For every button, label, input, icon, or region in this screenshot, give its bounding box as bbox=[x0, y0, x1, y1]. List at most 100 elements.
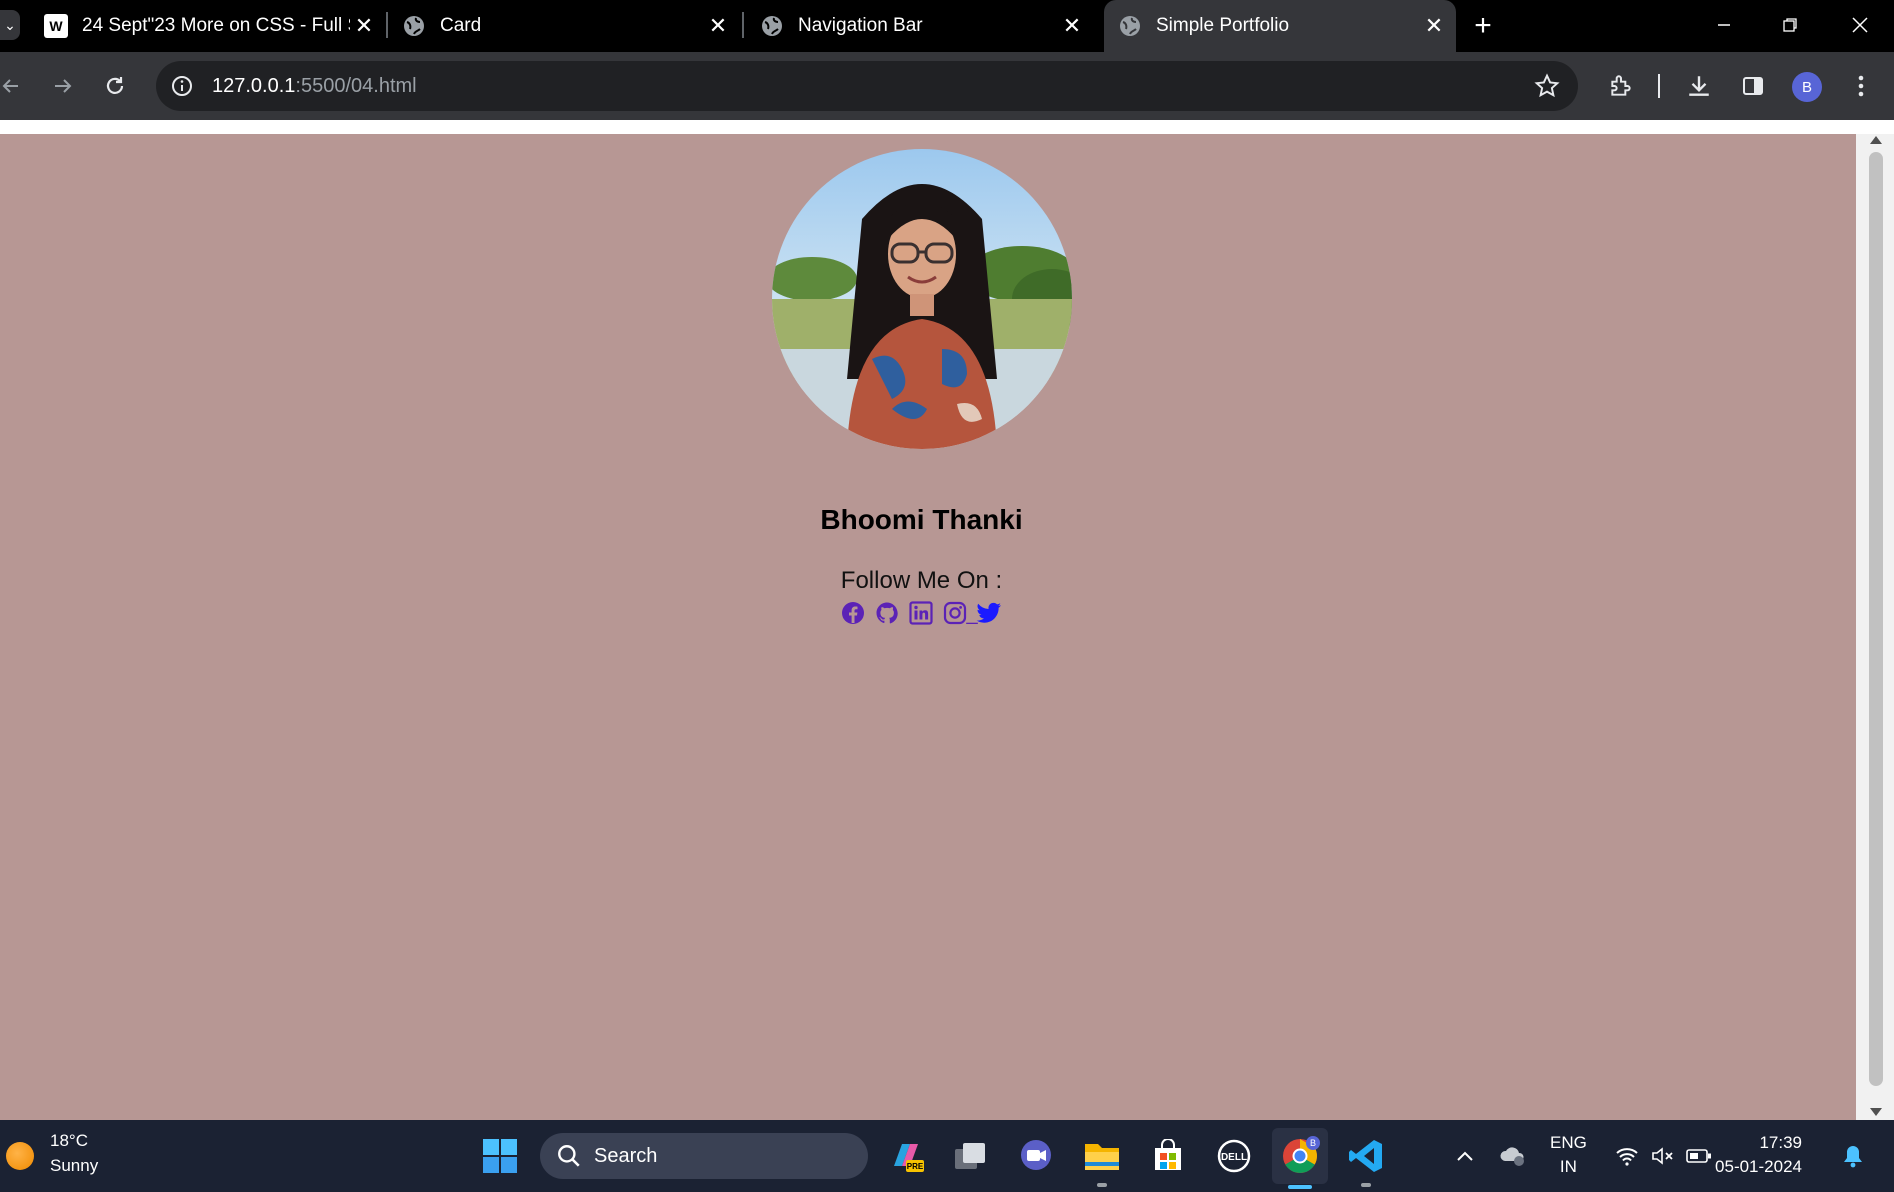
tab-card[interactable]: Card ✕ bbox=[402, 0, 732, 52]
address-bar[interactable]: 127.0.0.1:5500/04.html bbox=[156, 61, 1578, 111]
tab-separator bbox=[386, 12, 388, 38]
tab-title: Card bbox=[440, 15, 482, 36]
file-explorer-app[interactable] bbox=[1080, 1134, 1124, 1178]
tab-title: Navigation Bar bbox=[798, 15, 923, 36]
forward-button[interactable] bbox=[46, 69, 80, 103]
windows-logo-icon bbox=[483, 1139, 517, 1173]
globe-icon bbox=[1118, 14, 1142, 38]
bell-icon bbox=[1844, 1146, 1862, 1168]
clock-date: 05-01-2024 bbox=[1715, 1157, 1802, 1176]
clock-time: 17:39 bbox=[1759, 1133, 1802, 1152]
close-window-button[interactable] bbox=[1840, 10, 1880, 40]
tab-title: 24 Sept"23 More on CSS - Full S bbox=[82, 15, 350, 36]
chrome-icon: B bbox=[1283, 1136, 1320, 1173]
page-scrollbar[interactable] bbox=[1856, 134, 1894, 1120]
restore-icon bbox=[1783, 18, 1797, 32]
linkedin-icon[interactable] bbox=[908, 600, 934, 626]
profile-name: Bhoomi Thanki bbox=[820, 504, 1023, 535]
active-indicator bbox=[1288, 1185, 1312, 1189]
portfolio-page: Bhoomi Thanki Follow Me On : _ bbox=[0, 134, 1856, 1120]
input-language[interactable]: ENG IN bbox=[1550, 1131, 1587, 1179]
system-clock[interactable]: 17:39 05-01-2024 bbox=[1715, 1131, 1802, 1179]
copilot-icon: PRE bbox=[894, 1144, 924, 1172]
svg-text:DELL: DELL bbox=[1221, 1152, 1247, 1163]
back-button[interactable] bbox=[0, 69, 20, 103]
side-panel-button[interactable] bbox=[1736, 69, 1770, 103]
close-tab-icon[interactable]: ✕ bbox=[1420, 13, 1448, 39]
toolbar-divider bbox=[1658, 74, 1660, 98]
reload-button[interactable] bbox=[98, 69, 132, 103]
dell-app[interactable]: DELL bbox=[1212, 1134, 1256, 1178]
chrome-app[interactable]: B bbox=[1272, 1128, 1328, 1184]
reload-icon bbox=[106, 77, 124, 94]
instagram-icon[interactable] bbox=[942, 600, 968, 626]
bookmark-star-icon[interactable] bbox=[1534, 73, 1560, 104]
forward-arrow-icon bbox=[55, 79, 72, 93]
site-info-icon[interactable] bbox=[166, 70, 198, 102]
running-indicator bbox=[1097, 1183, 1107, 1187]
minimize-icon bbox=[1718, 24, 1730, 26]
lang-code: ENG bbox=[1550, 1133, 1587, 1152]
restore-button[interactable] bbox=[1770, 10, 1810, 40]
url-text: 127.0.0.1:5500/04.html bbox=[212, 75, 417, 98]
search-icon bbox=[558, 1145, 580, 1167]
vscode-app[interactable] bbox=[1344, 1134, 1388, 1178]
twitter-icon[interactable] bbox=[976, 600, 1002, 626]
menu-button[interactable] bbox=[1846, 69, 1876, 103]
page-top-strip bbox=[0, 120, 1894, 134]
close-tab-icon[interactable]: ✕ bbox=[704, 13, 732, 39]
volume-muted-icon bbox=[1652, 1147, 1673, 1165]
follow-me-label: Follow Me On : bbox=[840, 567, 1003, 594]
browser-toolbar: 127.0.0.1:5500/04.html B bbox=[0, 52, 1894, 120]
search-placeholder: Search bbox=[594, 1144, 658, 1167]
side-panel-icon bbox=[1743, 77, 1763, 95]
url-path: :5500/04.html bbox=[295, 74, 417, 97]
svg-text:PRE: PRE bbox=[907, 1162, 924, 1171]
download-icon bbox=[1689, 76, 1709, 96]
onedrive-tray[interactable] bbox=[1496, 1140, 1530, 1172]
downloads-button[interactable] bbox=[1682, 69, 1716, 103]
close-tab-icon[interactable]: ✕ bbox=[1058, 13, 1086, 39]
svg-text:B: B bbox=[1310, 1138, 1316, 1148]
meet-app[interactable] bbox=[1014, 1134, 1058, 1178]
store-icon bbox=[1155, 1139, 1181, 1170]
extensions-button[interactable] bbox=[1604, 69, 1638, 103]
task-view-icon bbox=[955, 1143, 985, 1169]
github-icon[interactable] bbox=[874, 600, 900, 626]
store-app[interactable] bbox=[1146, 1134, 1190, 1178]
tab-navigation-bar[interactable]: Navigation Bar ✕ bbox=[760, 0, 1086, 52]
tab-search-button[interactable]: ⌄ bbox=[0, 10, 20, 40]
close-tab-icon[interactable]: ✕ bbox=[350, 13, 378, 39]
task-view-app[interactable] bbox=[948, 1134, 992, 1178]
battery-tray[interactable] bbox=[1684, 1140, 1714, 1172]
volume-tray[interactable] bbox=[1648, 1140, 1678, 1172]
show-hidden-icons-button[interactable] bbox=[1450, 1140, 1480, 1172]
scroll-down-arrow-icon[interactable] bbox=[1870, 1108, 1882, 1116]
running-indicator bbox=[1361, 1183, 1371, 1187]
tab-css-notes[interactable]: W 24 Sept"23 More on CSS - Full S ✕ bbox=[44, 0, 378, 52]
battery-icon bbox=[1686, 1149, 1711, 1163]
profile-photo bbox=[772, 149, 1072, 449]
facebook-icon[interactable] bbox=[840, 600, 866, 626]
taskbar-search[interactable]: Search bbox=[540, 1133, 868, 1179]
start-button[interactable] bbox=[480, 1136, 520, 1176]
puzzle-icon bbox=[1611, 75, 1631, 96]
notifications-button[interactable] bbox=[1838, 1140, 1868, 1172]
profile-avatar[interactable]: B bbox=[1792, 72, 1822, 102]
tab-simple-portfolio[interactable]: Simple Portfolio ✕ bbox=[1104, 0, 1456, 52]
windows-taskbar: 18°C Sunny Search PRE DELL B ENG IN 17:3… bbox=[0, 1120, 1894, 1192]
video-chat-icon bbox=[1021, 1140, 1051, 1170]
copilot-app[interactable]: PRE bbox=[884, 1134, 928, 1178]
scrollbar-thumb[interactable] bbox=[1869, 152, 1883, 1086]
new-tab-button[interactable]: + bbox=[1468, 8, 1498, 44]
link-underscore-separator: _ bbox=[966, 603, 978, 625]
scroll-up-arrow-icon[interactable] bbox=[1870, 136, 1882, 144]
url-host: 127.0.0.1 bbox=[212, 74, 296, 97]
sun-icon bbox=[6, 1142, 34, 1170]
weather-description: Sunny bbox=[50, 1156, 99, 1175]
close-icon bbox=[1852, 17, 1868, 33]
dell-icon: DELL bbox=[1217, 1139, 1251, 1173]
wifi-tray[interactable] bbox=[1612, 1140, 1642, 1172]
minimize-button[interactable] bbox=[1704, 10, 1744, 40]
weather-temperature: 18°C bbox=[50, 1131, 88, 1150]
